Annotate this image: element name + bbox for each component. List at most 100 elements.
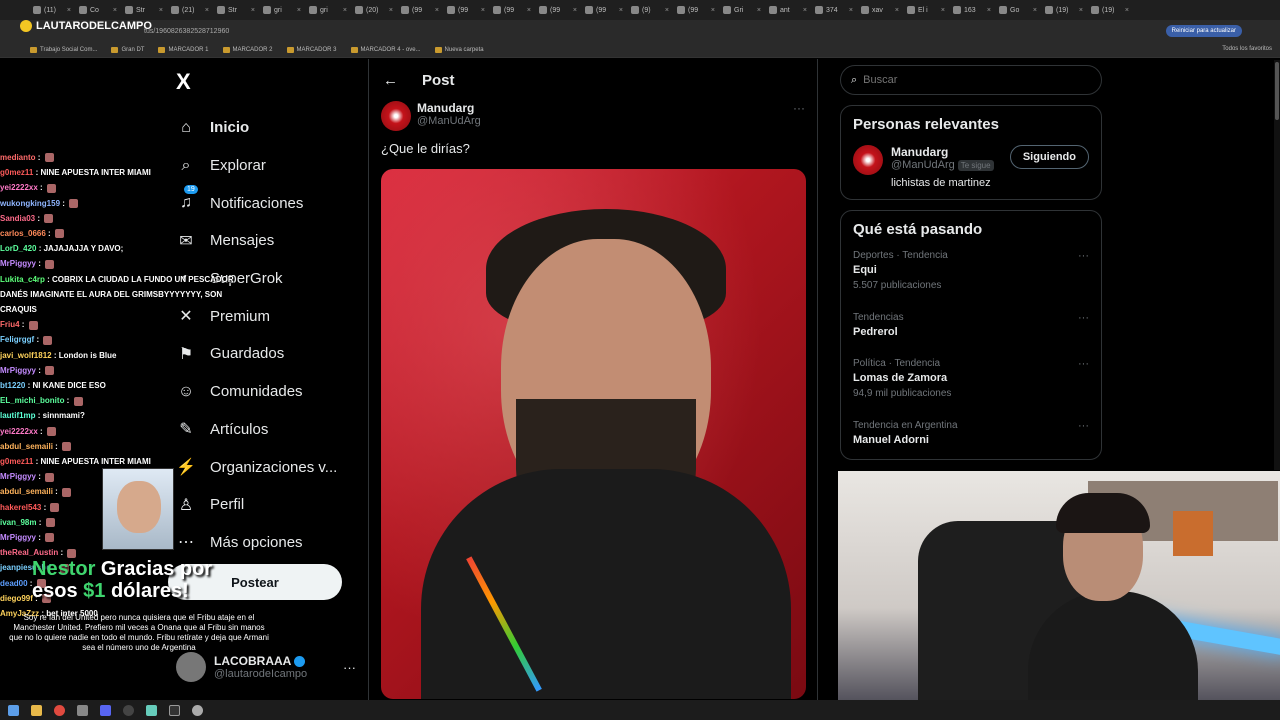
browser-tab[interactable]: Go × [996,2,1040,18]
page-scrollbar[interactable] [1274,60,1280,470]
tab-close-icon[interactable]: × [1033,7,1037,14]
browser-tab[interactable]: Str × [122,2,166,18]
relevant-avatar[interactable] [853,145,883,175]
trend-more-icon[interactable]: ··· [1078,420,1089,432]
all-bookmarks-link[interactable]: Todos los favoritos [1222,46,1272,52]
back-arrow-icon[interactable]: ← [383,72,398,89]
tab-close-icon[interactable]: × [67,7,71,14]
browser-tab[interactable]: gri × [260,2,304,18]
tab-close-icon[interactable]: × [435,7,439,14]
browser-tab[interactable]: (19) × [1042,2,1086,18]
chat-text: NINE APUESTA INTER MIAMI [40,457,151,467]
tab-close-icon[interactable]: × [573,7,577,14]
bookmark-item[interactable]: MARCADOR 1 [158,46,209,53]
bookmark-item[interactable]: Gran DT [111,46,144,53]
browser-tab[interactable]: Str × [214,2,258,18]
tab-close-icon[interactable]: × [159,7,163,14]
relevant-people-card: Personas relevantes Manudarg @ManUdArg Te… [840,105,1102,200]
tab-close-icon[interactable]: × [711,7,715,14]
tab-close-icon[interactable]: × [757,7,761,14]
tab-close-icon[interactable]: × [941,7,945,14]
browser-tab[interactable]: (99 × [490,2,534,18]
browser-tab[interactable]: (9) × [628,2,672,18]
tab-close-icon[interactable]: × [895,7,899,14]
browser-tab[interactable]: (99 × [398,2,442,18]
tab-close-icon[interactable]: × [987,7,991,14]
browser-tab[interactable]: (99 × [674,2,718,18]
start-icon[interactable] [8,704,19,716]
tab-favicon-icon [861,6,869,14]
update-browser-button[interactable]: Reiniciar para actualizar [1165,25,1242,37]
app-icon[interactable] [77,704,88,716]
tab-close-icon[interactable]: × [343,7,347,14]
trend-item[interactable]: Tendencias Pedrerol ··· [853,312,1089,358]
browser-tab[interactable]: gri × [306,2,350,18]
bookmark-item[interactable]: Nueva carpeta [434,46,484,53]
discord-icon[interactable] [100,704,111,716]
tab-close-icon[interactable]: × [849,7,853,14]
tab-close-icon[interactable]: × [481,7,485,14]
post-more-icon[interactable]: ··· [793,101,805,115]
explorer-icon[interactable] [31,704,42,716]
bookmark-item[interactable]: MARCADOR 3 [286,46,337,53]
browser-tab[interactable]: 374 × [812,2,856,18]
page-scrollbar-thumb[interactable] [1275,62,1279,120]
browser-tab[interactable]: (11) × [30,2,74,18]
tab-close-icon[interactable]: × [1125,7,1129,14]
browser-tab[interactable]: (20) × [352,2,396,18]
trend-more-icon[interactable]: ··· [1078,312,1089,324]
chat-emote-icon [46,183,56,193]
account-more-icon[interactable]: ··· [343,660,356,675]
browser-tab[interactable]: (99 × [582,2,626,18]
tab-close-icon[interactable]: × [1079,7,1083,14]
sidebar-item-inicio[interactable]: ⌂ Inicio [176,109,337,147]
trend-count: 94,9 mil publicaciones [853,388,952,399]
bookmark-item[interactable]: MARCADOR 2 [222,46,273,53]
tab-close-icon[interactable]: × [113,7,117,14]
following-button[interactable]: Siguiendo [1009,145,1089,169]
tab-close-icon[interactable]: × [251,7,255,14]
tab-close-icon[interactable]: × [205,7,209,14]
relevant-name[interactable]: Manudarg [891,145,994,159]
bookmark-item[interactable]: Trabajo Social Com... [30,46,97,53]
trend-item[interactable]: Deportes · Tendencia Equi 5.507 publicacio… [853,250,1089,312]
browser-tab[interactable]: (99 × [444,2,488,18]
browser-tab[interactable]: xav × [858,2,902,18]
trend-item[interactable]: Política · Tendencia Lomas de Zamora 94,9 … [853,358,1089,420]
trend-more-icon[interactable]: ··· [1078,358,1089,370]
search-input[interactable] [863,74,1006,86]
chrome-icon[interactable] [54,704,65,716]
app2-icon[interactable] [146,704,157,716]
tab-close-icon[interactable]: × [619,7,623,14]
tab-close-icon[interactable]: × [389,7,393,14]
browser-tab[interactable]: (21) × [168,2,212,18]
terminal-icon[interactable] [169,704,180,716]
search-box[interactable]: ⌕ [840,65,1102,95]
x-logo-icon[interactable]: X [176,69,191,95]
guest-webcam [102,468,174,550]
tab-close-icon[interactable]: × [665,7,669,14]
browser-tab[interactable]: Gri × [720,2,764,18]
browser-tab[interactable]: (99 × [536,2,580,18]
obs-icon[interactable] [123,704,134,716]
author-avatar[interactable] [381,101,411,131]
browser-tab[interactable]: 163 × [950,2,994,18]
post-image[interactable] [381,169,806,699]
trend-more-icon[interactable]: ··· [1078,250,1089,262]
browser-tab[interactable]: ant × [766,2,810,18]
browser-tab[interactable]: El i × [904,2,948,18]
account-switcher[interactable]: LACOBRAAA @lautarodeIcampo ··· [176,649,356,685]
tab-close-icon[interactable]: × [803,7,807,14]
author-name[interactable]: Manudarg [417,101,481,115]
tab-close-icon[interactable]: × [527,7,531,14]
bookmark-item[interactable]: MARCADOR 4 - ove... [350,46,421,53]
tab-close-icon[interactable]: × [297,7,301,14]
tab-favicon-icon [769,6,777,14]
browser-tab[interactable]: Co × [76,2,120,18]
browser-tab[interactable]: (19) × [1088,2,1132,18]
address-bar[interactable]: tus/1960826382528712960 [0,20,1280,42]
trend-item[interactable]: Tendencia en Argentina Manuel Adorni ··· [853,420,1089,466]
settings-icon[interactable] [192,704,203,716]
author-handle[interactable]: @ManUdArg [417,115,481,127]
url-text[interactable]: tus/1960826382528712960 [144,28,229,35]
